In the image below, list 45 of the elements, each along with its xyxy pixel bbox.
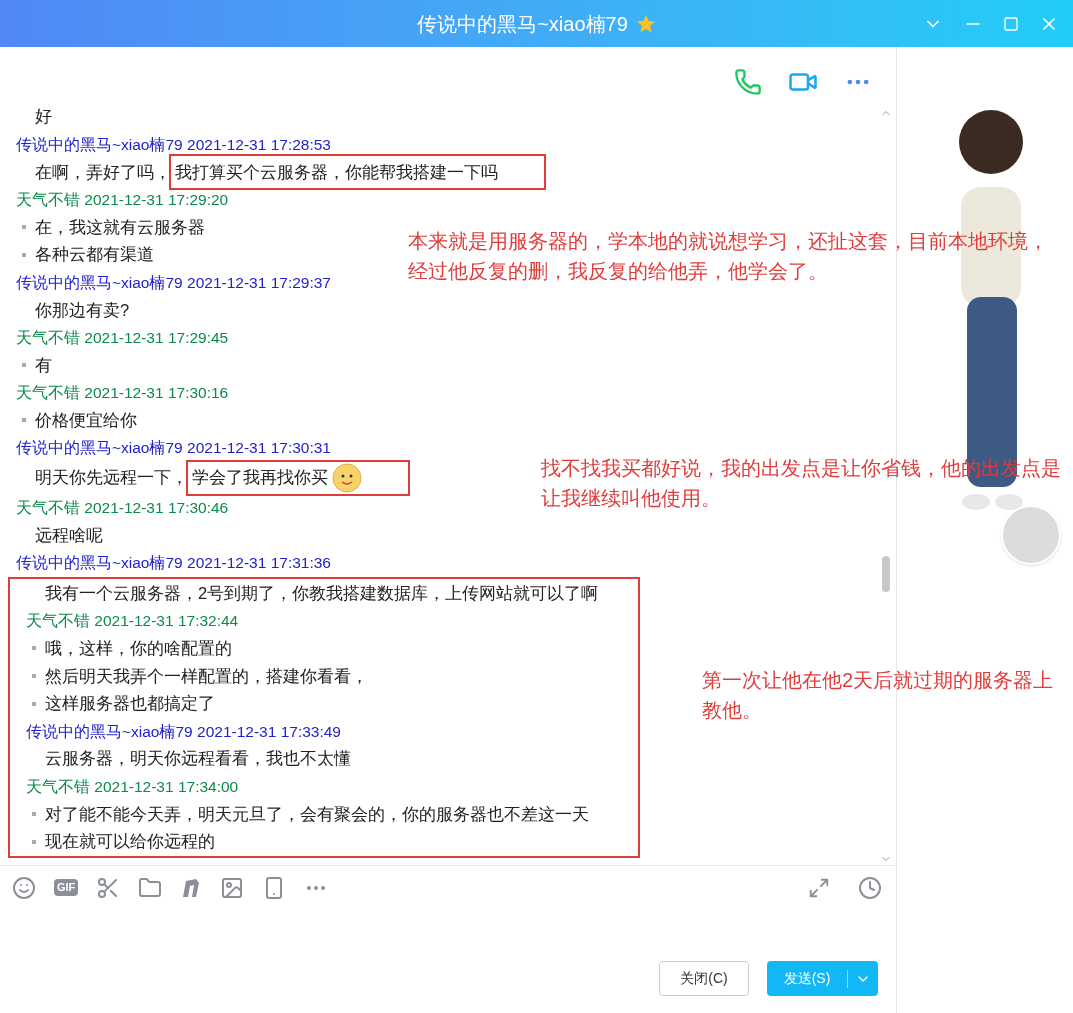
- message-header: 传说中的黑马~xiao楠79 2021-12-31 17:31:36: [16, 553, 331, 574]
- scrollbar-thumb[interactable]: [882, 556, 890, 592]
- emoji-icon[interactable]: [12, 875, 36, 900]
- phone-call-icon[interactable]: [734, 68, 762, 96]
- message-text: 我打算买个云服务器，你能帮我搭建一下吗: [175, 161, 498, 183]
- expand-icon[interactable]: [808, 876, 830, 899]
- message-text: 你那边有卖?: [35, 299, 130, 321]
- message-header: 天气不错 2021-12-31 17:34:00: [26, 776, 239, 797]
- message-header: 天气不错 2021-12-31 17:30:16: [16, 383, 229, 404]
- message-text: 远程啥呢: [35, 524, 103, 546]
- message-text: 这样服务器也都搞定了: [45, 693, 215, 715]
- window-title: 传说中的黑马~xiao楠79: [417, 11, 628, 37]
- message-text: 明天你先远程一下，: [35, 467, 188, 489]
- message-text: 在啊，弄好了吗，: [35, 161, 171, 183]
- message-text: 我有一个云服务器，2号到期了，你教我搭建数据库，上传网站就可以了啊: [45, 582, 599, 604]
- message-header: 传说中的黑马~xiao楠79 2021-12-31 17:29:37: [16, 272, 331, 293]
- annotation-note: 本来就是用服务器的，学本地的就说想学习，还扯这套，目前本地环境，经过他反复的删，我反复的给他弄，他学会了。: [408, 229, 1049, 284]
- message-header: 天气不错 2021-12-31 17:29:20: [16, 189, 229, 210]
- message-header: 天气不错 2021-12-31 17:29:45: [16, 327, 229, 348]
- message-text: 哦，这样，你的啥配置的: [45, 638, 232, 660]
- message-header: 传说中的黑马~xiao楠79 2021-12-31 17:28:53: [16, 134, 331, 155]
- message-text: 各种云都有渠道: [35, 244, 154, 266]
- message-text: 学会了我再找你买: [192, 467, 328, 489]
- message-text: 现在就可以给你远程的: [45, 831, 215, 853]
- folder-icon[interactable]: [138, 875, 163, 900]
- avatar[interactable]: [1001, 505, 1061, 565]
- message-header: 天气不错 2021-12-31 17:32:44: [26, 611, 239, 632]
- message-header: 传说中的黑马~xiao楠79 2021-12-31 17:33:49: [26, 721, 341, 742]
- message-input[interactable]: 关闭(C) 发送(S): [0, 909, 896, 1013]
- message-text: 有: [35, 354, 52, 376]
- maximize-icon[interactable]: [1003, 15, 1019, 32]
- close-button[interactable]: 关闭(C): [659, 961, 749, 996]
- message-text: 在，我这就有云服务器: [35, 216, 205, 238]
- history-icon[interactable]: [858, 875, 882, 900]
- message-text: 云服务器，明天你远程看看，我也不太懂: [45, 748, 351, 770]
- message-header: 传说中的黑马~xiao楠79 2021-12-31 17:30:31: [16, 438, 331, 459]
- message-text: 价格便宜给你: [35, 409, 137, 431]
- image-icon[interactable]: [220, 875, 245, 900]
- message-header: 天气不错 2021-12-31 17:30:46: [16, 497, 229, 518]
- star-icon: [635, 13, 656, 34]
- annotation-note: 第一次让他在他2天后就过期的服务器上教他。: [702, 668, 1055, 723]
- message-text: 对了能不能今天弄，明天元旦了，会有聚会的，你的服务器也不差这一天: [45, 803, 589, 825]
- message-text: 好: [35, 106, 52, 128]
- message-text: 然后明天我弄个一样配置的，搭建你看看，: [45, 665, 368, 687]
- smiley-emoji-icon: [332, 462, 362, 493]
